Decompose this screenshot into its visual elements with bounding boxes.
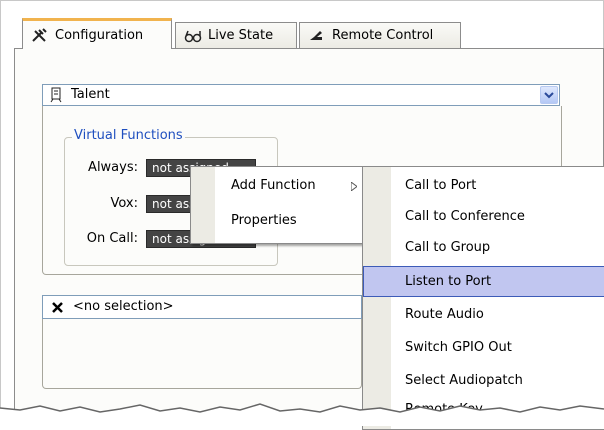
submenu-item-call-to-port[interactable]: Call to Port (363, 171, 604, 202)
torn-edge (0, 403, 604, 426)
menu-item-label: Select Audiopatch (405, 373, 523, 388)
menu-item-label: Call to Port (405, 178, 477, 193)
on-call-label: On Call: (86, 231, 138, 246)
remote-icon (310, 30, 322, 40)
vox-label: Vox: (110, 196, 138, 211)
chevron-down-icon (544, 92, 554, 99)
selection-text: <no selection> (73, 299, 174, 314)
virtual-functions-legend: Virtual Functions (72, 128, 185, 143)
submenu-item-route-audio[interactable]: Route Audio (363, 300, 604, 331)
submenu-item-listen-to-port[interactable]: Listen to Port (363, 266, 604, 297)
x-icon (52, 302, 63, 313)
menu-item-label: Call to Group (405, 240, 491, 255)
menu-item-label: Route Audio (405, 307, 484, 322)
submenu-arrow-icon (351, 182, 357, 191)
submenu-item-switch-gpio-out[interactable]: Switch GPIO Out (363, 333, 604, 364)
talent-select-value: Talent (71, 87, 110, 102)
dropdown-button[interactable] (540, 86, 558, 104)
menu-item-label: Properties (231, 213, 297, 228)
selection-area (42, 319, 362, 389)
submenu-item-select-audiopatch[interactable]: Select Audiopatch (363, 366, 604, 397)
submenu-item-call-to-group[interactable]: Call to Group (363, 233, 604, 264)
tab-label: Live State (208, 28, 274, 43)
menu-item-label: Listen to Port (405, 274, 492, 289)
talent-select[interactable]: Talent (42, 84, 560, 106)
menu-item-label: Call to Conference (405, 209, 525, 224)
context-menu: Add Function Properties (190, 166, 368, 244)
tab-label: Configuration (55, 27, 144, 43)
menu-item-label: Add Function (231, 178, 316, 193)
tools-icon (32, 28, 47, 42)
submenu-item-call-to-conference[interactable]: Call to Conference (363, 202, 604, 233)
panel-icon (50, 87, 62, 103)
selection-field[interactable]: <no selection> (42, 295, 362, 319)
menu-item-add-function[interactable]: Add Function (191, 171, 367, 202)
tab-remote-control[interactable]: Remote Control (299, 22, 461, 48)
glasses-icon (184, 30, 202, 42)
tab-live-state[interactable]: Live State (175, 22, 297, 48)
menu-item-properties[interactable]: Properties (191, 206, 367, 237)
add-function-submenu: Call to Port Call to Conference Call to … (362, 166, 604, 430)
always-label: Always: (88, 160, 138, 175)
tab-configuration[interactable]: Configuration (22, 18, 172, 49)
tab-label: Remote Control (332, 28, 434, 43)
menu-item-label: Switch GPIO Out (405, 340, 512, 355)
